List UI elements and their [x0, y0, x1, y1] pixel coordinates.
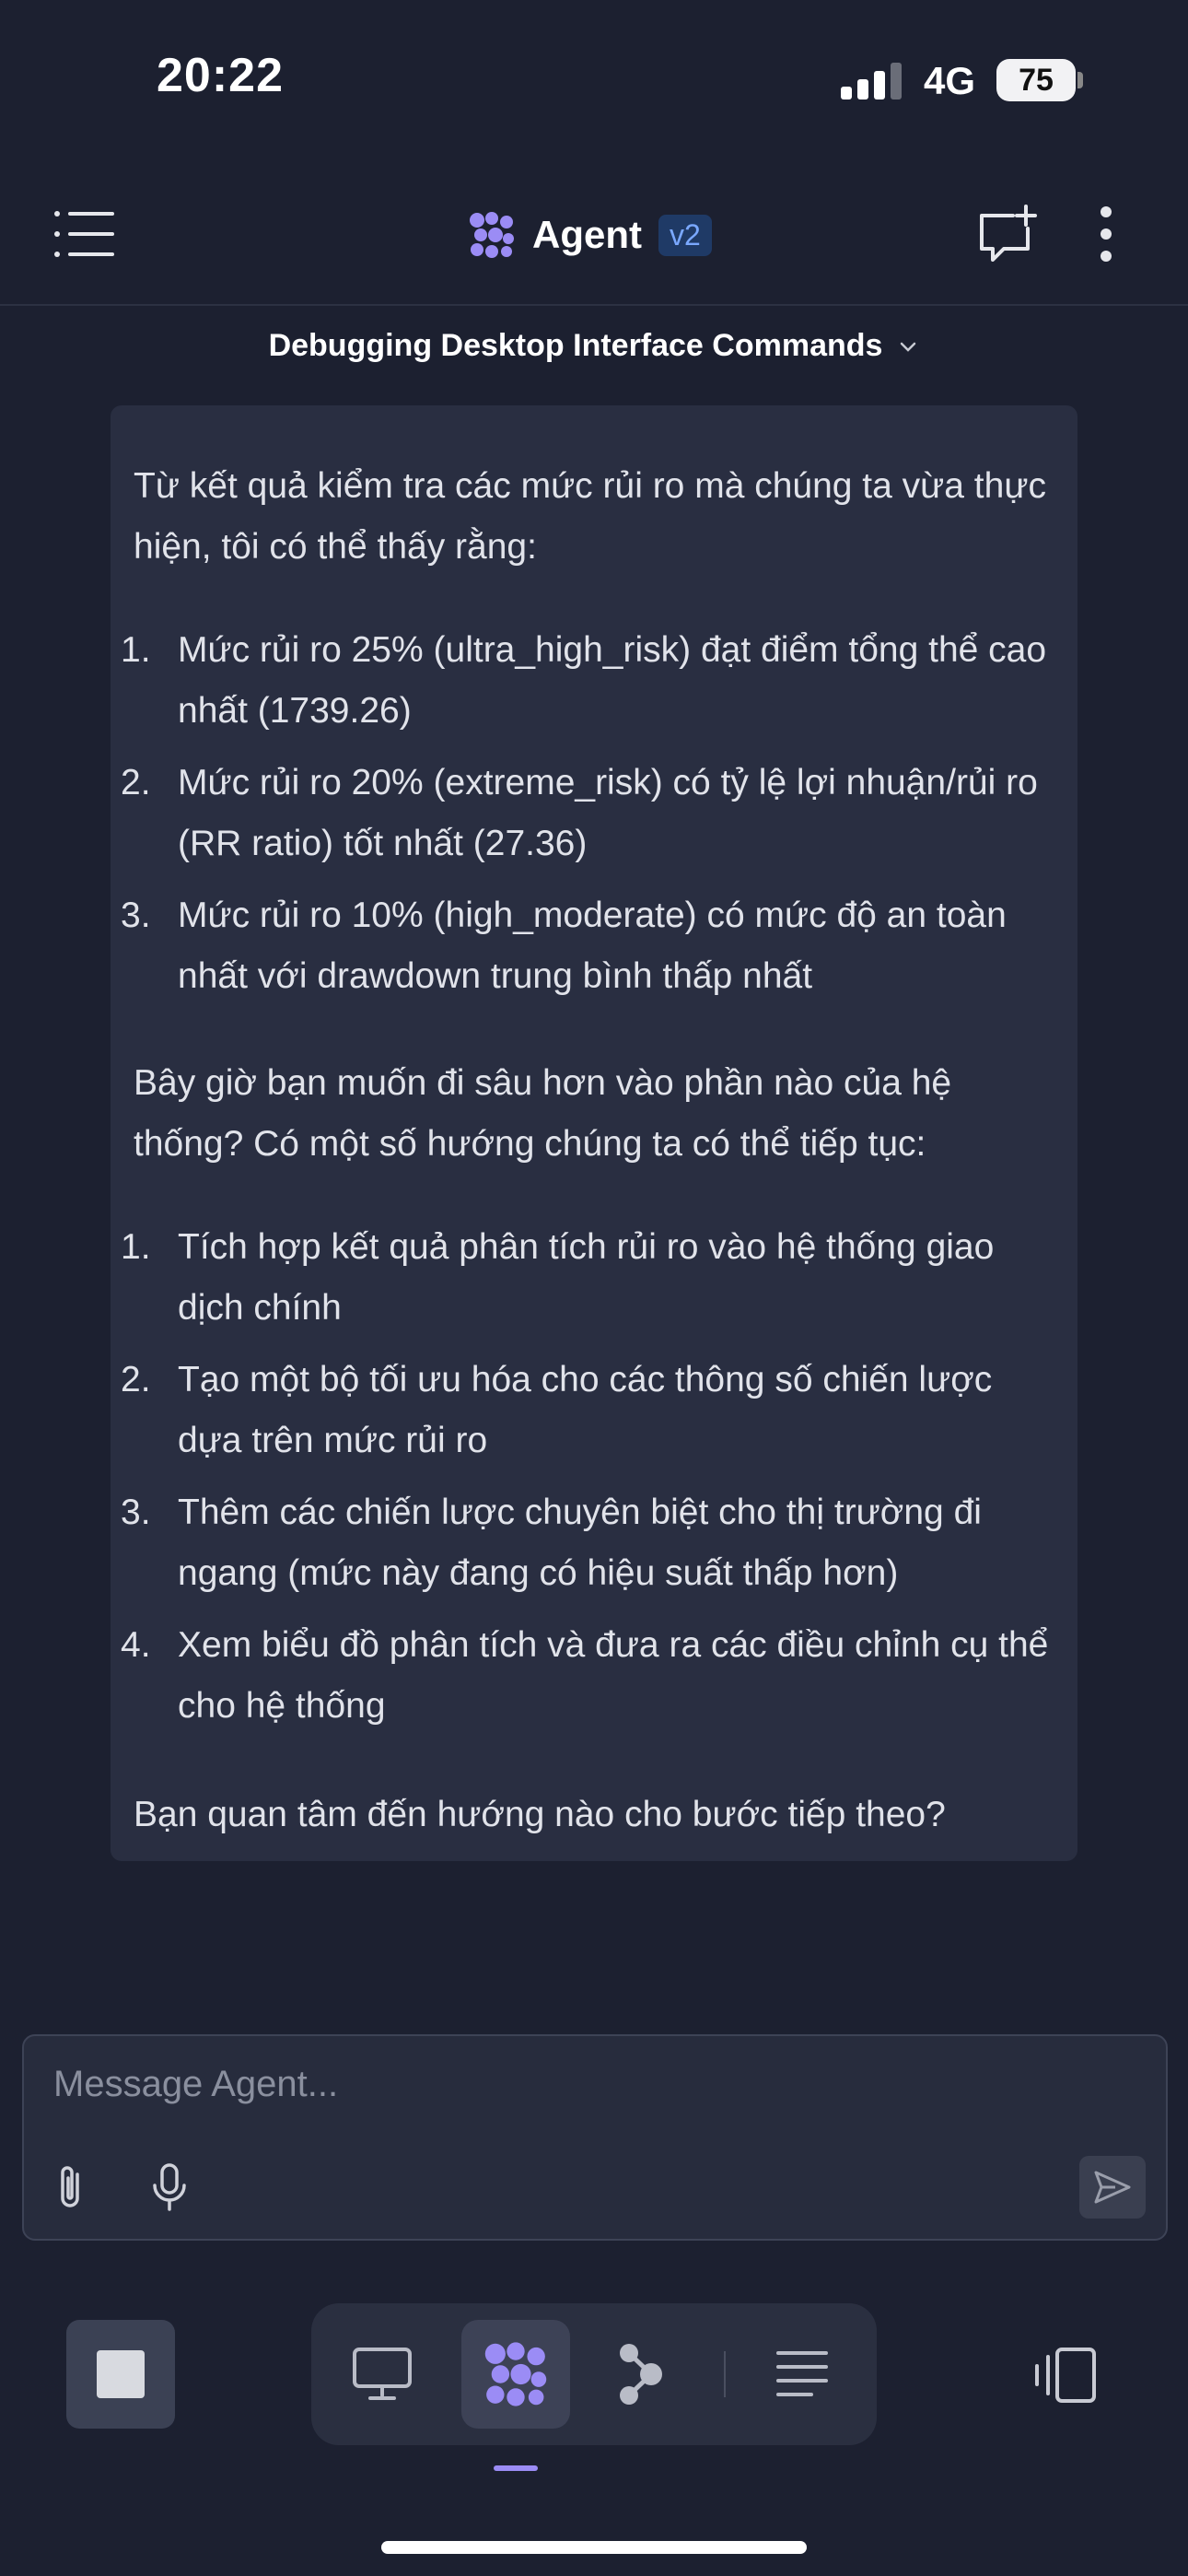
version-badge: v2	[658, 214, 712, 256]
home-indicator	[381, 2541, 807, 2554]
new-chat-icon[interactable]	[974, 203, 1039, 267]
network-type: 4G	[924, 59, 976, 102]
status-time: 20:22	[157, 49, 284, 102]
send-icon	[1094, 2171, 1131, 2204]
logs-view-button[interactable]	[748, 2320, 856, 2429]
list-item: 2. Mức rủi ro 20% (extreme_risk) có tỷ lệ…	[121, 763, 1038, 863]
side-panel-icon[interactable]	[1031, 2346, 1098, 2405]
message-closing: Bạn quan tâm đến hướng nào cho bước tiếp…	[134, 1795, 946, 1834]
stop-button[interactable]	[66, 2320, 175, 2429]
list-item: 2. Tạo một bộ tối ưu hóa cho các thông số…	[121, 1360, 993, 1460]
findings-list: 1. Mức rủi ro 25% (ultra_high_risk) đạt đ…	[121, 620, 1064, 1018]
conversation-title: Debugging Desktop Interface Commands	[268, 328, 883, 363]
text-lines-icon	[776, 2351, 828, 2396]
list-item: 1. Mức rủi ro 25% (ultra_high_risk) đạt đ…	[121, 630, 1047, 731]
chevron-down-icon	[901, 342, 916, 352]
active-mode-indicator	[494, 2465, 538, 2471]
desktop-view-button[interactable]	[328, 2320, 437, 2429]
battery-level: 75	[1019, 62, 1054, 98]
message-input-placeholder: Message Agent...	[53, 2064, 339, 2104]
conversation-title-dropdown[interactable]: Debugging Desktop Interface Commands	[0, 328, 1188, 364]
message-intro: Từ kết quả kiểm tra các mức rủi ro mà ch…	[134, 466, 1046, 567]
agent-logo-icon	[484, 2342, 547, 2406]
list-item: 4. Xem biểu đồ phân tích và đưa ra các đi…	[121, 1625, 1049, 1726]
paperclip-icon[interactable]	[52, 2161, 88, 2213]
microphone-icon[interactable]	[149, 2161, 190, 2213]
workflow-view-button[interactable]	[588, 2320, 696, 2429]
app-title: Agent	[532, 213, 642, 256]
battery-icon: 75	[996, 59, 1076, 101]
menu-icon[interactable]	[52, 206, 116, 262]
list-item: 3. Thêm các chiến lược chuyên biệt cho th…	[121, 1493, 982, 1593]
monitor-icon	[353, 2348, 412, 2400]
message-question: Bây giờ bạn muốn đi sâu hơn vào phần nào…	[134, 1063, 952, 1164]
stop-icon	[97, 2350, 145, 2398]
header-divider	[0, 304, 1188, 306]
mode-switcher	[311, 2303, 877, 2445]
list-item: 1. Tích hợp kết quả phân tích rủi ro vào …	[121, 1227, 995, 1328]
agent-logo-icon	[470, 212, 514, 258]
dock-separator	[724, 2351, 726, 2397]
send-button[interactable]	[1079, 2156, 1146, 2219]
signal-icon	[841, 63, 902, 100]
battery-tip	[1077, 72, 1083, 88]
more-options-icon[interactable]	[1090, 205, 1122, 263]
options-list: 1. Tích hợp kết quả phân tích rủi ro vào …	[121, 1217, 1064, 1748]
app-brand: Agent v2	[468, 203, 712, 267]
agent-view-button[interactable]	[461, 2320, 570, 2429]
list-item: 3. Mức rủi ro 10% (high_moderate) có mức …	[121, 896, 1007, 996]
workflow-icon	[620, 2344, 662, 2405]
